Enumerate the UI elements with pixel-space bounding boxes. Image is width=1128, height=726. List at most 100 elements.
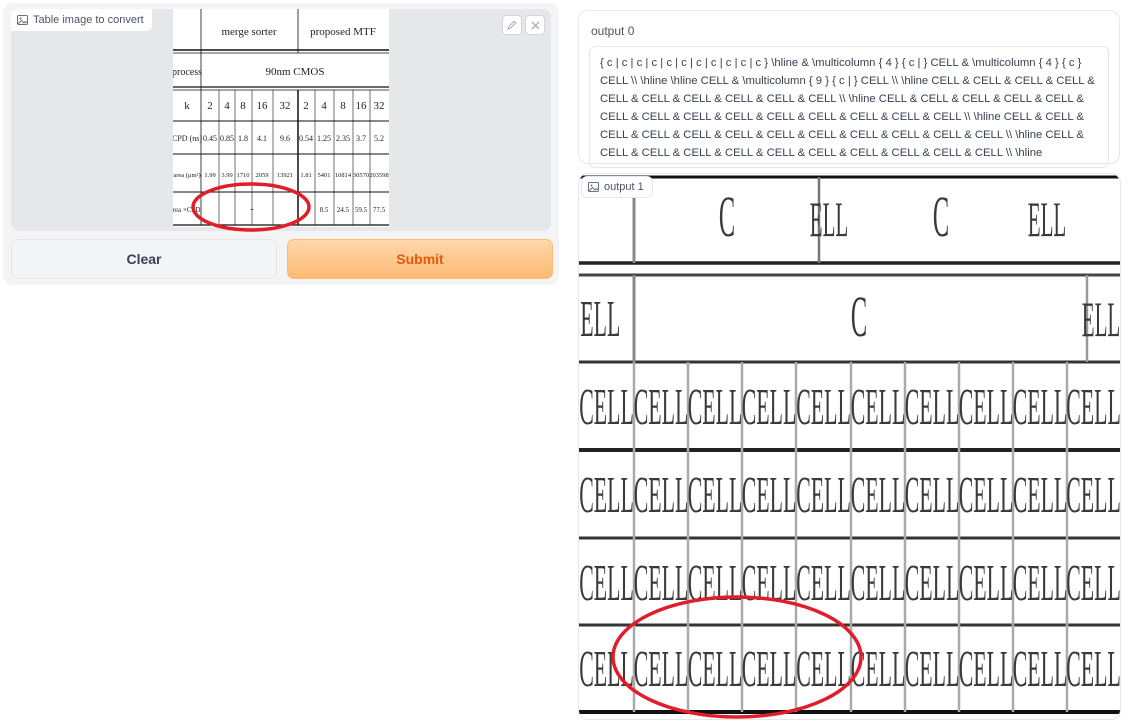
- input-cell: 16: [356, 100, 368, 112]
- input-cell: 0.45: [203, 134, 217, 143]
- input-cell: area (μm²): [173, 172, 200, 179]
- input-cell: 4: [224, 100, 230, 112]
- output-1-table-image: CELLCELLCELLCELLCELLCELLCELLCELLCELLCELL…: [579, 175, 1120, 714]
- output-cell-ell: ELL: [1082, 293, 1120, 348]
- input-cell: 32: [280, 100, 291, 112]
- output-cell-cell: CELL: [1013, 553, 1068, 612]
- output-0-panel: output 0 { c | c | c | c | c | c | c | c…: [578, 10, 1120, 168]
- output-cell-cell: CELL: [905, 553, 960, 612]
- input-cell: area ×CPD: [173, 206, 200, 214]
- input-cell: 24.5: [337, 206, 350, 214]
- output-cell-cell: CELL: [742, 465, 797, 524]
- input-cell: 1710: [237, 172, 250, 179]
- input-cell: 3.7: [356, 134, 366, 143]
- image-label-badge: Table image to convert: [11, 9, 153, 32]
- output-cell-cell: CELL: [1013, 377, 1068, 436]
- output-cell-cell: CELL: [851, 377, 906, 436]
- output-cell-c: C: [851, 284, 867, 349]
- input-cell: k: [184, 100, 190, 112]
- input-cell: CPD (ns): [173, 134, 202, 143]
- input-cell: 10814: [335, 172, 352, 179]
- input-cell: 0.85: [220, 134, 234, 143]
- output-cell-cell: CELL: [905, 377, 960, 436]
- output-cell-cell: CELL: [579, 553, 634, 612]
- output-cell-cell: CELL: [742, 553, 797, 612]
- output-cell-cell: CELL: [1066, 639, 1120, 698]
- input-cell: 4: [321, 100, 327, 112]
- output-cell-cell: CELL: [742, 377, 797, 436]
- input-cell: 1.25: [317, 134, 331, 143]
- input-cell: 1.81: [300, 172, 311, 179]
- output-1-panel: output 1 CELLCELLCELLCELLCELLCELLCELLCEL…: [578, 173, 1121, 720]
- output-cell-cell: CELL: [634, 639, 689, 698]
- output-cell-cell: CELL: [851, 639, 906, 698]
- input-cell: 2059: [256, 172, 269, 179]
- output-cell-ell: ELL: [1028, 193, 1066, 248]
- input-cell: 2: [303, 100, 309, 112]
- output-cell-cell: CELL: [579, 639, 634, 698]
- output-cell-cell: CELL: [688, 465, 743, 524]
- input-cell: 8: [240, 100, 246, 112]
- output-cell-cell: CELL: [1013, 639, 1068, 698]
- output-cell-cell: CELL: [1066, 465, 1120, 524]
- output-0-textbox[interactable]: { c | c | c | c | c | c | c | c | c | c …: [589, 46, 1109, 168]
- input-cell: 1.99: [204, 172, 215, 179]
- input-cell: 4.1: [257, 134, 267, 143]
- input-cell: 5401: [318, 172, 331, 179]
- input-cell: 30570: [353, 172, 369, 179]
- input-cell: 2: [207, 100, 213, 112]
- input-cell: 59.5: [355, 206, 368, 214]
- output-cell-cell: CELL: [688, 553, 743, 612]
- output-1-label-badge: output 1: [581, 176, 653, 198]
- input-header-proposed: proposed MTF: [310, 26, 376, 38]
- input-cell: 5.2: [374, 134, 384, 143]
- input-panel: Table image to convert merge sorter prop…: [3, 3, 559, 285]
- output-cell-cell: CELL: [1066, 377, 1120, 436]
- output-cell-cell: CELL: [796, 639, 851, 698]
- input-cell: 0.54: [299, 134, 313, 143]
- input-cell: 77.5: [373, 206, 386, 214]
- output-cell-cell: CELL: [1013, 465, 1068, 524]
- output-cell-cell: CELL: [634, 377, 689, 436]
- output-cell-cell: CELL: [851, 465, 906, 524]
- edit-button[interactable]: [502, 15, 522, 35]
- output-cell-cell: CELL: [688, 377, 743, 436]
- output-cell-cell: CELL: [905, 465, 960, 524]
- image-icon: [588, 182, 599, 192]
- output-cell-cell: CELL: [1066, 553, 1120, 612]
- input-cell: 16: [257, 100, 269, 112]
- output-cell-cell: CELL: [796, 377, 851, 436]
- output-cell-cell: CELL: [905, 639, 960, 698]
- output-cell-cell: CELL: [796, 553, 851, 612]
- image-upload-area[interactable]: Table image to convert merge sorter prop…: [11, 9, 551, 231]
- input-cell: 203598: [369, 172, 389, 179]
- input-cell: 1.8: [238, 134, 248, 143]
- input-cell: 9.6: [280, 134, 290, 143]
- close-icon: [531, 21, 539, 29]
- output-cell-cell: CELL: [579, 465, 634, 524]
- output-cell-cell: CELL: [959, 465, 1014, 524]
- output-cell-cell: CELL: [959, 639, 1014, 698]
- clear-image-button[interactable]: [525, 15, 545, 35]
- output-cell-c: C: [933, 184, 949, 249]
- output-1-label-text: output 1: [604, 181, 644, 193]
- pencil-icon: [507, 20, 517, 30]
- output-cell-c: C: [719, 184, 735, 249]
- input-cell: 2.35: [336, 134, 350, 143]
- submit-button[interactable]: Submit: [287, 239, 553, 279]
- clear-button[interactable]: Clear: [11, 239, 277, 279]
- input-header-merge-sorter: merge sorter: [221, 26, 276, 38]
- output-cell-cell: CELL: [634, 465, 689, 524]
- image-icon: [17, 15, 28, 25]
- input-cell: 8.5: [320, 206, 329, 214]
- output-cell-cell: CELL: [742, 639, 797, 698]
- output-cell-cell: CELL: [579, 377, 634, 436]
- input-cell-process: process: [173, 67, 202, 78]
- input-cell: 3.99: [221, 172, 232, 179]
- input-table-preview: merge sorter proposed MTF process 90nm C…: [170, 9, 389, 227]
- output-cell-cell: CELL: [959, 377, 1014, 436]
- input-cell: 32: [374, 100, 385, 112]
- output-cell-cell: CELL: [579, 289, 620, 348]
- output-cell-cell: CELL: [634, 553, 689, 612]
- output-0-label: output 0: [591, 24, 635, 38]
